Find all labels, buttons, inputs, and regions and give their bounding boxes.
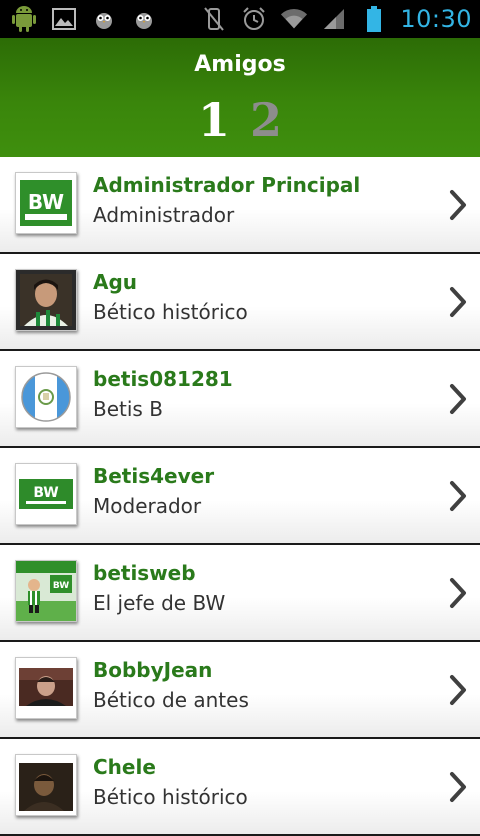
status-bar: 10:30 [0, 0, 480, 38]
chevron-right-icon [450, 675, 466, 705]
image-icon [50, 5, 78, 33]
man-photo-avatar [15, 657, 77, 719]
friend-role: El jefe de BW [93, 591, 226, 615]
list-item[interactable]: BW Administrador Principal Administrador [0, 157, 480, 254]
chevron-right-icon [450, 481, 466, 511]
signal-icon [320, 5, 348, 33]
friend-name: Chele [93, 755, 156, 779]
bw-logo-avatar: BW [15, 463, 77, 525]
friend-name: Administrador Principal [93, 173, 361, 197]
chevron-right-icon [450, 190, 466, 220]
wifi-icon [280, 5, 308, 33]
list-item[interactable]: betis081281 Betis B [0, 351, 480, 448]
android-icon [10, 5, 38, 33]
vibrate-off-icon [200, 5, 228, 33]
svg-text:BW: BW [53, 581, 69, 591]
battery-icon [360, 5, 388, 33]
friend-role: Bético histórico [93, 300, 248, 324]
friend-name: Agu [93, 270, 138, 294]
bw-cartoon-avatar: BW [15, 560, 77, 622]
friend-name: BobbyJean [93, 658, 213, 682]
owl-icon [130, 5, 158, 33]
svg-text:BW: BW [28, 190, 64, 214]
list-item[interactable]: BobbyJean Bético de antes [0, 642, 480, 739]
owl-icon [90, 5, 118, 33]
friend-role: Administrador [93, 203, 235, 227]
page-selector: 1 2 [0, 94, 480, 146]
list-item[interactable]: Agu Bético histórico [0, 254, 480, 351]
friend-role: Bético de antes [93, 688, 249, 712]
svg-text:BW: BW [33, 485, 58, 501]
betisweb-logo-avatar: BW [15, 172, 77, 234]
friend-name: betisweb [93, 561, 196, 585]
friend-name: betis081281 [93, 367, 233, 391]
guatemala-flag-avatar [15, 366, 77, 428]
player-photo-avatar [15, 269, 77, 331]
dark-photo-avatar [15, 754, 77, 816]
page-1-button[interactable]: 1 [198, 94, 230, 146]
chevron-right-icon [450, 287, 466, 317]
friend-role: Moderador [93, 494, 202, 518]
notification-icons [10, 4, 158, 34]
list-item[interactable]: Chele Bético histórico [0, 739, 480, 836]
chevron-right-icon [450, 578, 466, 608]
list-item[interactable]: BW Betis4ever Moderador [0, 448, 480, 545]
friend-name: Betis4ever [93, 464, 215, 488]
clock: 10:30 [400, 5, 472, 33]
alarm-icon [240, 5, 268, 33]
page-title: Amigos [194, 52, 286, 77]
header: Amigos 1 2 [0, 38, 480, 157]
system-icons: 10:30 [200, 4, 472, 34]
friend-role: Bético histórico [93, 785, 248, 809]
page-2-button[interactable]: 2 [250, 94, 282, 146]
chevron-right-icon [450, 772, 466, 802]
friend-role: Betis B [93, 397, 163, 421]
list-item[interactable]: BW betisweb El jefe de BW [0, 545, 480, 642]
chevron-right-icon [450, 384, 466, 414]
